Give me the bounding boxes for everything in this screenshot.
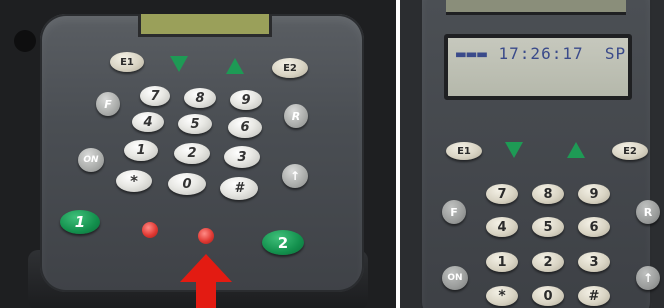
key-4[interactable]: 4 <box>132 112 164 132</box>
key-5[interactable]: 5 <box>532 217 564 237</box>
green-1-key[interactable]: 1 <box>60 210 100 234</box>
key-5[interactable]: 5 <box>178 114 212 134</box>
key-3[interactable]: 3 <box>578 252 610 272</box>
up-key[interactable]: ↑ <box>636 266 660 290</box>
top-strip <box>446 0 626 15</box>
key-7[interactable]: 7 <box>486 184 518 204</box>
left-keypad-photo: E1 E2 F R ON ↑ 7 8 9 4 5 6 1 2 3 * 0 # 1… <box>0 0 396 308</box>
on-key[interactable]: ON <box>442 266 468 290</box>
hash-key[interactable]: # <box>578 286 610 306</box>
star-key[interactable]: * <box>116 170 152 192</box>
key-2[interactable]: 2 <box>174 143 210 164</box>
up-arrow-key-icon[interactable] <box>567 142 585 158</box>
key-8[interactable]: 8 <box>184 88 216 108</box>
led-left <box>142 222 158 238</box>
e2-key[interactable]: E2 <box>272 58 308 78</box>
up-key[interactable]: ↑ <box>282 164 308 188</box>
f-key[interactable]: F <box>96 92 120 116</box>
lcd-readout: ▬▬▬ 17:26:17 SP <box>456 44 627 63</box>
star-key[interactable]: * <box>486 286 518 306</box>
key-1[interactable]: 1 <box>486 252 518 272</box>
up-arrow-key-icon[interactable] <box>226 58 244 74</box>
photo-collage: E1 E2 F R ON ↑ 7 8 9 4 5 6 1 2 3 * 0 # 1… <box>0 0 664 308</box>
e1-key[interactable]: E1 <box>446 142 482 160</box>
key-2[interactable]: 2 <box>532 252 564 272</box>
key-9[interactable]: 9 <box>230 90 262 110</box>
red-arrow-icon <box>180 254 232 308</box>
e2-key[interactable]: E2 <box>612 142 648 160</box>
key-0[interactable]: 0 <box>532 286 564 306</box>
green-2-key[interactable]: 2 <box>262 230 304 255</box>
key-6[interactable]: 6 <box>578 217 610 237</box>
key-4[interactable]: 4 <box>486 217 518 237</box>
on-key[interactable]: ON <box>78 148 104 172</box>
lcd-display: ▬▬▬ 17:26:17 SP <box>444 34 632 100</box>
key-6[interactable]: 6 <box>228 117 262 138</box>
f-key[interactable]: F <box>442 200 466 224</box>
led-right <box>198 228 214 244</box>
r-key[interactable]: R <box>284 104 308 128</box>
key-9[interactable]: 9 <box>578 184 610 204</box>
down-arrow-key-icon[interactable] <box>170 56 188 72</box>
key-3[interactable]: 3 <box>224 146 260 168</box>
key-8[interactable]: 8 <box>532 184 564 204</box>
right-terminal-photo: ▬▬▬ 17:26:17 SP E1 E2 7 8 9 F R 4 5 6 1 … <box>400 0 664 308</box>
case-hole <box>14 30 36 52</box>
display-window <box>138 14 272 37</box>
key-7[interactable]: 7 <box>140 86 170 106</box>
hash-key[interactable]: # <box>220 177 258 200</box>
e1-key[interactable]: E1 <box>110 52 144 72</box>
down-arrow-key-icon[interactable] <box>505 142 523 158</box>
key-1[interactable]: 1 <box>124 140 158 161</box>
r-key[interactable]: R <box>636 200 660 224</box>
key-0[interactable]: 0 <box>168 173 206 195</box>
